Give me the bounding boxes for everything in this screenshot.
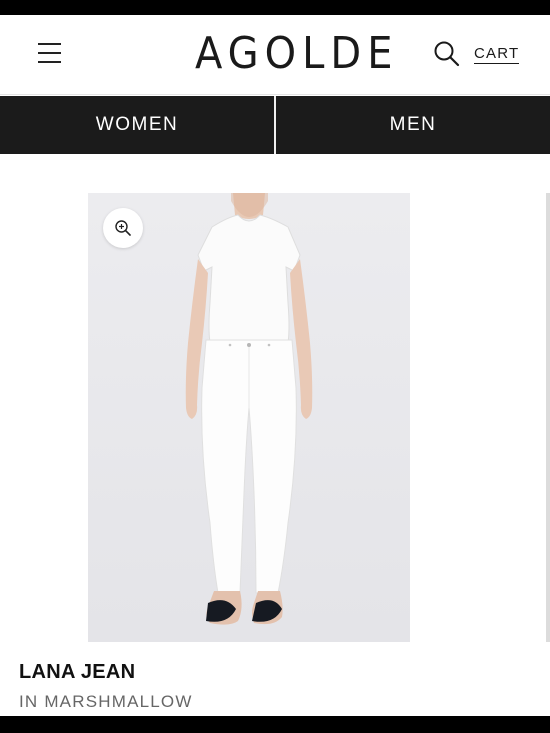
site-header: AGOLDE CART	[0, 15, 550, 95]
hamburger-menu-icon	[38, 43, 61, 45]
product-image[interactable]	[88, 193, 410, 642]
zoom-button[interactable]	[103, 208, 143, 248]
product-color: IN MARSHMALLOW	[19, 692, 193, 711]
cart-link[interactable]: CART	[474, 45, 520, 64]
next-image-peek[interactable]	[546, 193, 550, 642]
tab-women[interactable]: WOMEN	[0, 96, 274, 154]
gender-nav: WOMEN MEN	[0, 96, 550, 154]
menu-button[interactable]	[34, 39, 66, 67]
search-icon	[434, 41, 460, 67]
brand-logo[interactable]: AGOLDE	[195, 27, 393, 81]
bottom-bar	[0, 716, 550, 733]
status-bar	[0, 0, 550, 15]
search-button[interactable]	[432, 39, 462, 69]
product-name[interactable]: LANA JEAN	[19, 661, 135, 684]
tab-men[interactable]: MEN	[276, 96, 550, 154]
zoom-in-icon	[115, 220, 131, 236]
model-illustration	[88, 193, 410, 642]
